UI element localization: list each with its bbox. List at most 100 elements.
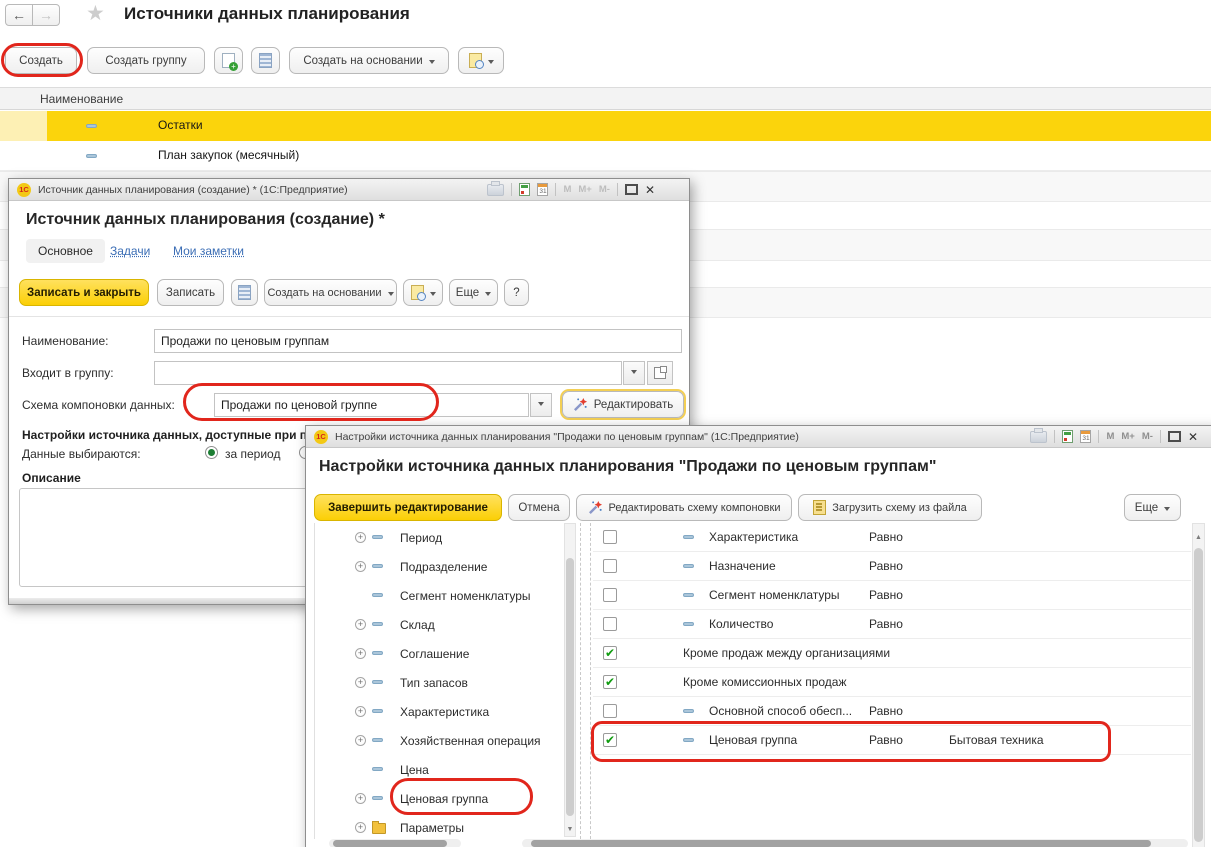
checkbox[interactable] <box>603 704 617 718</box>
window-titlebar[interactable]: 1С Источник данных планирования (создани… <box>9 179 689 201</box>
edit-schema-button[interactable]: Редактировать схему компоновки <box>576 494 792 521</box>
report-menu-button[interactable] <box>458 47 504 74</box>
condition-row[interactable]: Основной способ обесп...Равно <box>593 697 1191 726</box>
expand-icon[interactable]: + <box>355 619 366 630</box>
window-titlebar[interactable]: 1С Настройки источника данных планирован… <box>306 426 1211 448</box>
tree-item[interactable]: Сегмент номенклатуры <box>315 581 565 610</box>
schema-field[interactable]: Продажи по ценовой группе <box>214 393 529 417</box>
name-field[interactable]: Продажи по ценовым группам <box>154 329 682 353</box>
condition-row[interactable]: Сегмент номенклатурыРавно <box>593 581 1191 610</box>
expand-icon[interactable]: + <box>355 822 366 833</box>
radio-period-label[interactable]: за период <box>225 447 280 461</box>
nav-forward-button[interactable]: → <box>32 4 60 26</box>
tree-item[interactable]: +Хозяйственная операция <box>315 726 565 755</box>
edit-schema-button[interactable]: Редактировать <box>562 391 684 418</box>
list-settings-button[interactable] <box>231 279 258 306</box>
tree-item[interactable]: +Тип запасов <box>315 668 565 697</box>
expand-icon[interactable]: + <box>355 561 366 572</box>
tree-item[interactable]: Цена <box>315 755 565 784</box>
tree-item[interactable]: +Период <box>315 523 565 552</box>
scrollbar-thumb[interactable] <box>333 840 447 847</box>
maximize-icon[interactable] <box>625 184 638 195</box>
expand-icon[interactable]: + <box>355 706 366 717</box>
checkbox[interactable] <box>603 617 617 631</box>
report-menu-button[interactable] <box>403 279 443 306</box>
scroll-down-icon[interactable]: ▼ <box>565 826 575 833</box>
radio-period[interactable] <box>205 446 218 459</box>
calendar-icon[interactable]: 31 <box>1080 430 1091 443</box>
memory-button[interactable]: M <box>1106 431 1114 442</box>
close-icon[interactable]: ✕ <box>1188 431 1198 443</box>
panel-splitter[interactable] <box>580 523 591 839</box>
tree-item[interactable]: +Характеристика <box>315 697 565 726</box>
save-and-close-button[interactable]: Записать и закрыть <box>19 279 149 306</box>
condition-row[interactable]: ✔Кроме комиссионных продаж <box>593 668 1191 697</box>
tree-item[interactable]: +Подразделение <box>315 552 565 581</box>
new-document-button[interactable] <box>214 47 243 74</box>
memory-plus-button[interactable]: M+ <box>578 184 591 195</box>
group-dropdown-button[interactable] <box>623 361 645 385</box>
condition-row-price-group[interactable]: ✔Ценовая группаРавноБытовая техника <box>593 726 1191 755</box>
tree-hscrollbar[interactable] <box>329 839 461 847</box>
schema-dropdown-button[interactable] <box>530 393 552 417</box>
checkbox[interactable] <box>603 588 617 602</box>
checkbox[interactable] <box>603 530 617 544</box>
create-group-button[interactable]: Создать группу <box>87 47 205 74</box>
table-row-selected[interactable]: Остатки <box>0 111 1211 141</box>
save-button[interactable]: Записать <box>157 279 224 306</box>
condition-row[interactable]: КоличествоРавно <box>593 610 1191 639</box>
scrollbar-thumb[interactable] <box>566 558 574 816</box>
expand-icon[interactable]: + <box>355 532 366 543</box>
condition-row[interactable]: ХарактеристикаРавно <box>593 523 1191 552</box>
help-button[interactable]: ? <box>504 279 529 306</box>
condition-row[interactable]: ✔Кроме продаж между организациями <box>593 639 1191 668</box>
memory-button[interactable]: M <box>563 184 571 195</box>
conditions-scrollbar[interactable]: ▲ <box>1192 523 1205 847</box>
tree-item-price-group[interactable]: +Ценовая группа <box>315 784 565 813</box>
create-based-on-button[interactable]: Создать на основании <box>289 47 449 74</box>
condition-row[interactable]: НазначениеРавно <box>593 552 1191 581</box>
checkbox-checked[interactable]: ✔ <box>603 646 617 660</box>
table-row[interactable]: План закупок (месячный) <box>0 142 1211 171</box>
more-button[interactable]: Еще <box>1124 494 1181 521</box>
favorite-star-icon[interactable]: ★ <box>86 1 105 26</box>
column-header-name[interactable]: Наименование <box>40 92 123 106</box>
calculator-icon[interactable] <box>1062 430 1073 443</box>
tab-notes[interactable]: Мои заметки <box>173 244 244 258</box>
table-header[interactable]: Наименование <box>0 87 1211 110</box>
tree-scrollbar[interactable]: ▼ <box>564 523 576 837</box>
memory-minus-button[interactable]: M- <box>1142 431 1153 442</box>
maximize-icon[interactable] <box>1168 431 1181 442</box>
tree-item-parameters[interactable]: +Параметры <box>315 813 565 839</box>
group-open-button[interactable] <box>647 361 673 385</box>
tab-main[interactable]: Основное <box>26 239 105 263</box>
scroll-up-icon[interactable]: ▲ <box>1193 534 1204 541</box>
checkbox-checked[interactable]: ✔ <box>603 675 617 689</box>
group-field[interactable] <box>154 361 622 385</box>
scrollbar-thumb[interactable] <box>1194 548 1203 842</box>
tree-item[interactable]: +Склад <box>315 610 565 639</box>
tab-tasks[interactable]: Задачи <box>110 244 150 258</box>
tree-item[interactable]: +Соглашение <box>315 639 565 668</box>
expand-icon[interactable]: + <box>355 793 366 804</box>
close-icon[interactable]: ✕ <box>645 184 655 196</box>
print-icon[interactable] <box>487 184 504 196</box>
expand-icon[interactable]: + <box>355 677 366 688</box>
nav-back-button[interactable]: ← <box>5 4 33 26</box>
calendar-icon[interactable]: 31 <box>537 183 548 196</box>
cancel-button[interactable]: Отмена <box>508 494 570 521</box>
memory-plus-button[interactable]: M+ <box>1121 431 1134 442</box>
create-based-on-button[interactable]: Создать на основании <box>264 279 397 306</box>
calculator-icon[interactable] <box>519 183 530 196</box>
expand-icon[interactable]: + <box>355 735 366 746</box>
conditions-hscrollbar[interactable] <box>522 839 1188 847</box>
load-schema-button[interactable]: Загрузить схему из файла <box>798 494 982 521</box>
finish-editing-button[interactable]: Завершить редактирование <box>314 494 502 521</box>
memory-minus-button[interactable]: M- <box>599 184 610 195</box>
scrollbar-thumb[interactable] <box>531 840 1151 847</box>
expand-icon[interactable]: + <box>355 648 366 659</box>
print-icon[interactable] <box>1030 431 1047 443</box>
create-button[interactable]: Создать <box>5 47 77 74</box>
more-button[interactable]: Еще <box>449 279 498 306</box>
checkbox-checked[interactable]: ✔ <box>603 733 617 747</box>
